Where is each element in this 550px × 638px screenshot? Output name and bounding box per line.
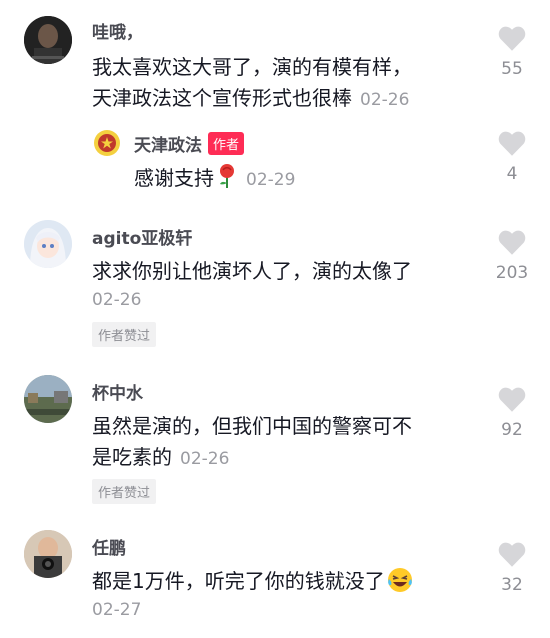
comment-item: 杯中水 虽然是演的，但我们中国的警察可不 是吃素的 02-26 作者赞过 92: [0, 365, 550, 515]
comment-text: 我太喜欢这大哥了，演的有模有样， 天津政法这个宣传形式也很棒 02-26: [92, 52, 492, 116]
comment-item: 任鹏 都是1万件，听完了你的钱就没了 02-27 32: [0, 522, 550, 638]
comment-text-line1: 我太喜欢这大哥了，演的有模有样，: [92, 55, 412, 79]
like-count: 32: [501, 575, 523, 595]
comment-text: 求求你别让他演坏人了，演的太像了: [92, 259, 412, 283]
like-button[interactable]: 55: [487, 26, 537, 79]
comment-username[interactable]: 任鹏: [92, 534, 126, 559]
user-avatar[interactable]: [24, 530, 72, 578]
author-liked-tag: 作者赞过: [92, 479, 157, 504]
user-avatar[interactable]: [24, 220, 72, 268]
comment-text-line2: 是吃素的: [92, 445, 172, 469]
reply-username[interactable]: 天津政法 作者: [134, 131, 245, 156]
comment-username[interactable]: 哇哦，: [92, 18, 143, 43]
comment-date: 02-26: [360, 90, 410, 110]
author-badge: 作者: [208, 132, 245, 155]
reply-text: 感谢支持 02-29: [134, 163, 295, 198]
user-avatar[interactable]: [24, 16, 72, 64]
like-button[interactable]: 32: [487, 542, 537, 595]
reply-date: 02-29: [246, 170, 296, 190]
rose-emoji-icon: [216, 163, 238, 198]
like-count: 92: [501, 420, 523, 440]
heart-icon: [498, 131, 526, 156]
laughing-crying-emoji-icon: [387, 567, 413, 602]
heart-icon: [498, 26, 526, 51]
like-count: 203: [495, 263, 529, 283]
reply-username-text: 天津政法: [134, 136, 202, 156]
like-button[interactable]: 92: [487, 387, 537, 440]
comment-item: agito亚极轩 求求你别让他演坏人了，演的太像了 02-26 作者赞过 203: [0, 210, 550, 360]
heart-icon: [498, 230, 526, 255]
like-count: 4: [506, 164, 518, 184]
reply-like-button[interactable]: 4: [487, 131, 537, 184]
author-avatar[interactable]: [92, 128, 122, 158]
comment-text: 虽然是演的，但我们中国的警察可不 是吃素的 02-26: [92, 411, 492, 475]
like-button[interactable]: 203: [487, 230, 537, 283]
user-avatar[interactable]: [24, 375, 72, 423]
author-liked-tag: 作者赞过: [92, 322, 157, 347]
police-emblem-icon: [94, 130, 120, 156]
comment-text-line2: 天津政法这个宣传形式也很棒: [92, 86, 352, 110]
comment-username[interactable]: agito亚极轩: [92, 224, 192, 249]
heart-icon: [498, 542, 526, 567]
comment-date: 02-26: [92, 290, 142, 310]
heart-icon: [498, 387, 526, 412]
comment-date: 02-26: [180, 449, 230, 469]
comment-username[interactable]: 杯中水: [92, 379, 143, 404]
comment-text-content: 都是1万件，听完了你的钱就没了: [92, 569, 385, 593]
comment-item: 哇哦， 我太喜欢这大哥了，演的有模有样， 天津政法这个宣传形式也很棒 02-26 …: [0, 0, 550, 220]
comment-date: 02-27: [92, 600, 142, 620]
reply-text-content: 感谢支持: [134, 166, 214, 190]
like-count: 55: [501, 59, 523, 79]
comment-text: 都是1万件，听完了你的钱就没了: [92, 566, 492, 602]
comment-text-line1: 虽然是演的，但我们中国的警察可不: [92, 414, 412, 438]
